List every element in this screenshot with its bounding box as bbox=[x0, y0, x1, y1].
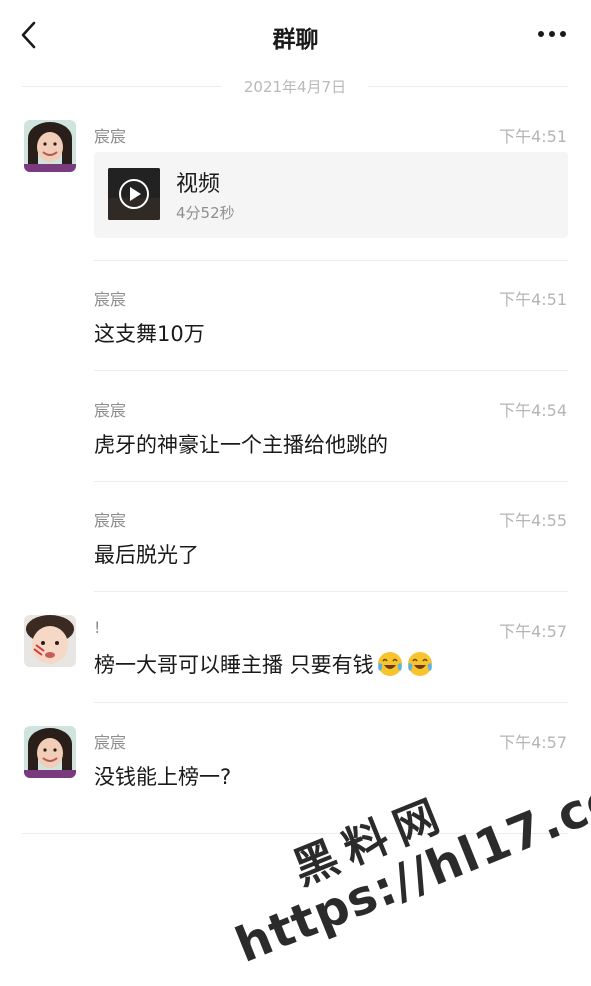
message-time: 下午4:54 bbox=[499, 401, 567, 420]
tears-of-joy-emoji bbox=[376, 650, 404, 678]
message-time: 下午4:57 bbox=[499, 622, 567, 641]
sender-name: 宸宸 bbox=[94, 511, 127, 530]
message-text-content: 榜一大哥可以睡主播 只要有钱 bbox=[94, 653, 374, 677]
date-divider: 2021年4月7日 bbox=[22, 76, 568, 98]
chat-title: 群聊 bbox=[272, 27, 319, 53]
more-dots-icon[interactable] bbox=[535, 22, 569, 46]
message-text: 虎牙的神豪让一个主播给他跳的 bbox=[94, 433, 388, 457]
sender-name: 宸宸 bbox=[94, 733, 127, 752]
divider-line bbox=[368, 86, 568, 87]
date-label: 2021年4月7日 bbox=[243, 78, 347, 96]
tears-of-joy-emoji bbox=[406, 650, 434, 678]
sender-name: 宸宸 bbox=[94, 127, 127, 146]
message-separator bbox=[94, 260, 568, 261]
nav-bar: 群聊 bbox=[0, 0, 591, 70]
message-separator bbox=[94, 370, 568, 371]
video-message-card[interactable]: 视频 4分52秒 bbox=[94, 152, 568, 238]
avatar-chenchen[interactable] bbox=[24, 726, 76, 778]
avatar-chenchen[interactable] bbox=[24, 120, 76, 172]
message-separator bbox=[94, 702, 568, 703]
message-separator bbox=[94, 481, 568, 482]
message-separator bbox=[94, 591, 568, 592]
sender-name: 宸宸 bbox=[94, 290, 127, 309]
sender-name: ! bbox=[94, 618, 101, 637]
message-text: 没钱能上榜一? bbox=[94, 765, 232, 789]
message-text: 这支舞10万 bbox=[94, 322, 205, 346]
message-time: 下午4:55 bbox=[499, 511, 567, 530]
video-thumbnail bbox=[108, 168, 160, 220]
avatar-child[interactable] bbox=[24, 615, 76, 667]
message-text: 榜一大哥可以睡主播 只要有钱 bbox=[94, 649, 434, 679]
message-time: 下午4:51 bbox=[499, 127, 567, 146]
video-duration: 4分52秒 bbox=[176, 204, 235, 222]
message-text: 最后脱光了 bbox=[94, 543, 199, 567]
chat-screen: 群聊 2021年4月7日 宸宸 下午4:51 视频 4分52秒 宸宸 下午4:5… bbox=[0, 0, 591, 986]
video-title: 视频 bbox=[176, 172, 221, 197]
message-time: 下午4:51 bbox=[499, 290, 567, 309]
sender-name: 宸宸 bbox=[94, 401, 127, 420]
message-time: 下午4:57 bbox=[499, 733, 567, 752]
